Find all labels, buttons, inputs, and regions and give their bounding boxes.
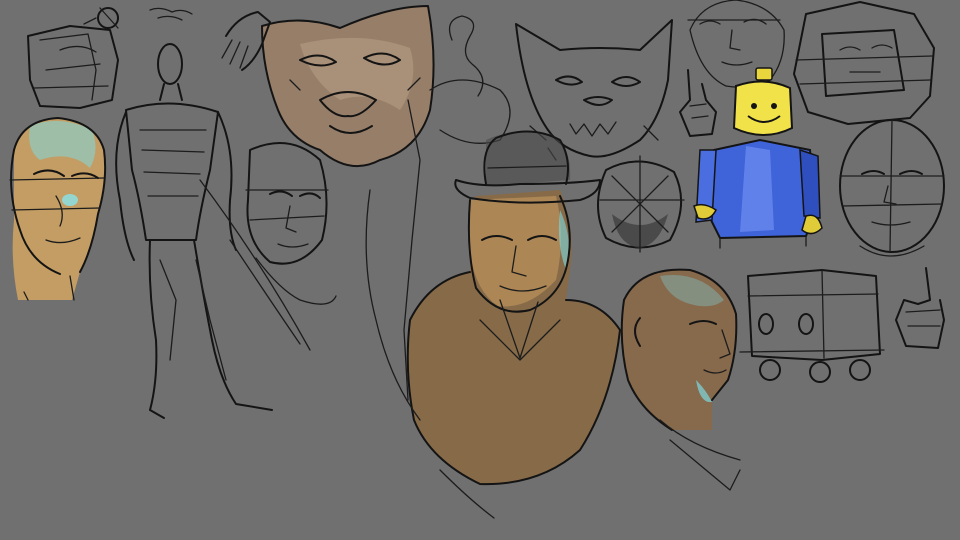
sphere-head-sketch	[597, 155, 685, 253]
squiggle-top-sketch	[149, 7, 193, 21]
mailbox-sketch-icon	[27, 7, 119, 109]
round-head-sketch	[839, 119, 945, 257]
hand-gesture-sketch	[679, 69, 717, 137]
hand-gesture-sketch-2	[895, 267, 945, 349]
truck-sketch	[739, 269, 885, 383]
sketch-canvas	[0, 0, 960, 540]
claw-hand-sketch	[221, 11, 271, 71]
bald-man-head-colored	[9, 117, 107, 301]
bald-man-profile-colored	[620, 268, 741, 491]
sketch-board	[9, 0, 945, 519]
wolf-face-colored	[261, 5, 435, 167]
cube-head-sketch	[793, 1, 935, 125]
man-head-sketch	[245, 142, 337, 305]
